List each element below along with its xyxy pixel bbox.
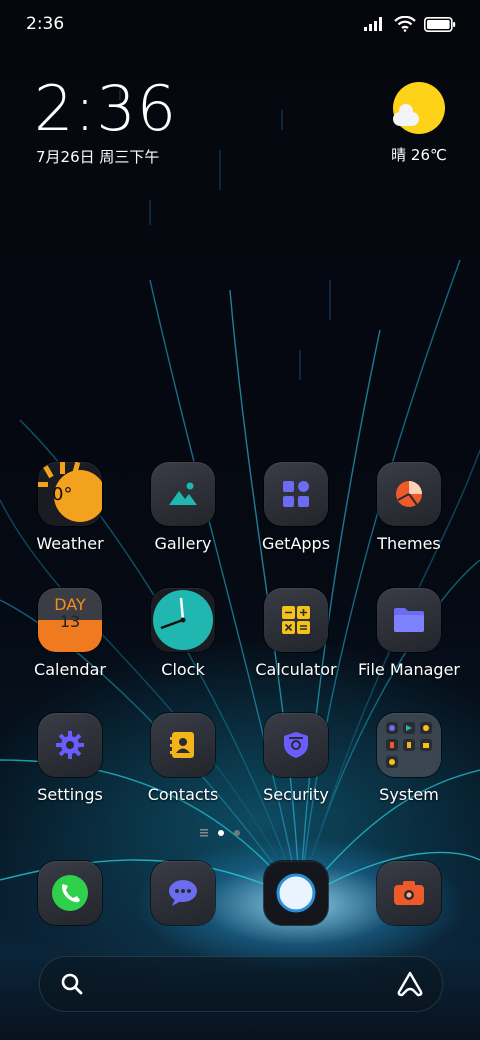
clock-icon <box>151 588 215 652</box>
dock-phone[interactable] <box>15 861 125 925</box>
app-label: Clock <box>161 660 205 679</box>
contacts-icon <box>151 713 215 777</box>
app-calculator[interactable]: Calculator <box>241 588 351 679</box>
weather-widget-text: 晴 26℃ <box>391 146 447 164</box>
folder-icon <box>377 588 441 652</box>
app-security[interactable]: Security <box>241 713 351 804</box>
messages-icon <box>151 861 215 925</box>
app-label: GetApps <box>261 534 331 553</box>
app-calendar[interactable]: DAY 13 Calendar <box>15 588 125 679</box>
assistant-icon[interactable] <box>396 970 424 998</box>
status-time: 2:36 <box>26 14 65 34</box>
themes-icon <box>377 462 441 526</box>
app-label: Security <box>263 785 329 804</box>
gear-icon <box>38 713 102 777</box>
app-contacts[interactable]: Contacts <box>128 713 238 804</box>
calendar-icon: DAY 13 <box>38 588 102 652</box>
search-bar[interactable] <box>39 956 443 1012</box>
app-file-manager[interactable]: File Manager <box>354 588 464 679</box>
app-label: File Manager <box>358 660 460 679</box>
sun-cloud-icon <box>393 82 445 134</box>
browser-icon <box>264 861 328 925</box>
page-dot-active[interactable] <box>218 830 224 836</box>
clock-widget-time[interactable]: 2:36 <box>34 72 177 145</box>
menu-lines-icon <box>200 829 208 837</box>
app-label: Themes <box>377 534 441 553</box>
search-icon[interactable] <box>60 972 84 996</box>
app-label: System <box>379 785 439 804</box>
calendar-icon-day: 13 <box>59 612 81 631</box>
app-weather[interactable]: 0° Weather <box>15 462 125 553</box>
page-dot[interactable] <box>234 830 240 836</box>
weather-icon-text: 0° <box>52 484 73 505</box>
app-label: Gallery <box>154 534 212 553</box>
dock-camera[interactable] <box>354 861 464 925</box>
status-icons <box>364 16 456 32</box>
app-label: Calculator <box>255 660 337 679</box>
calculator-icon <box>264 588 328 652</box>
page-indicator[interactable] <box>200 829 240 837</box>
app-gallery[interactable]: Gallery <box>128 462 238 553</box>
wifi-icon <box>394 16 416 32</box>
battery-icon <box>424 16 456 32</box>
app-settings[interactable]: Settings <box>15 713 125 804</box>
gallery-icon <box>151 462 215 526</box>
app-system-folder[interactable]: System <box>354 713 464 804</box>
app-getapps[interactable]: GetApps <box>241 462 351 553</box>
signal-icon <box>364 17 382 31</box>
app-clock[interactable]: Clock <box>128 588 238 679</box>
shield-icon <box>264 713 328 777</box>
camera-icon <box>377 861 441 925</box>
dock-messages[interactable] <box>128 861 238 925</box>
app-themes[interactable]: Themes <box>354 462 464 553</box>
app-label: Weather <box>36 534 104 553</box>
app-label: Calendar <box>34 660 106 679</box>
getapps-icon <box>264 462 328 526</box>
app-label: Contacts <box>147 785 219 804</box>
clock-widget-date: 7月26日 周三下午 <box>36 148 160 166</box>
app-label: Settings <box>37 785 103 804</box>
weather-widget[interactable]: 晴 26℃ <box>385 82 455 165</box>
phone-icon <box>38 861 102 925</box>
weather-icon: 0° <box>38 462 102 526</box>
status-bar: 2:36 <box>24 12 456 38</box>
folder-grid-icon <box>377 713 441 777</box>
dock-browser[interactable] <box>241 861 351 925</box>
